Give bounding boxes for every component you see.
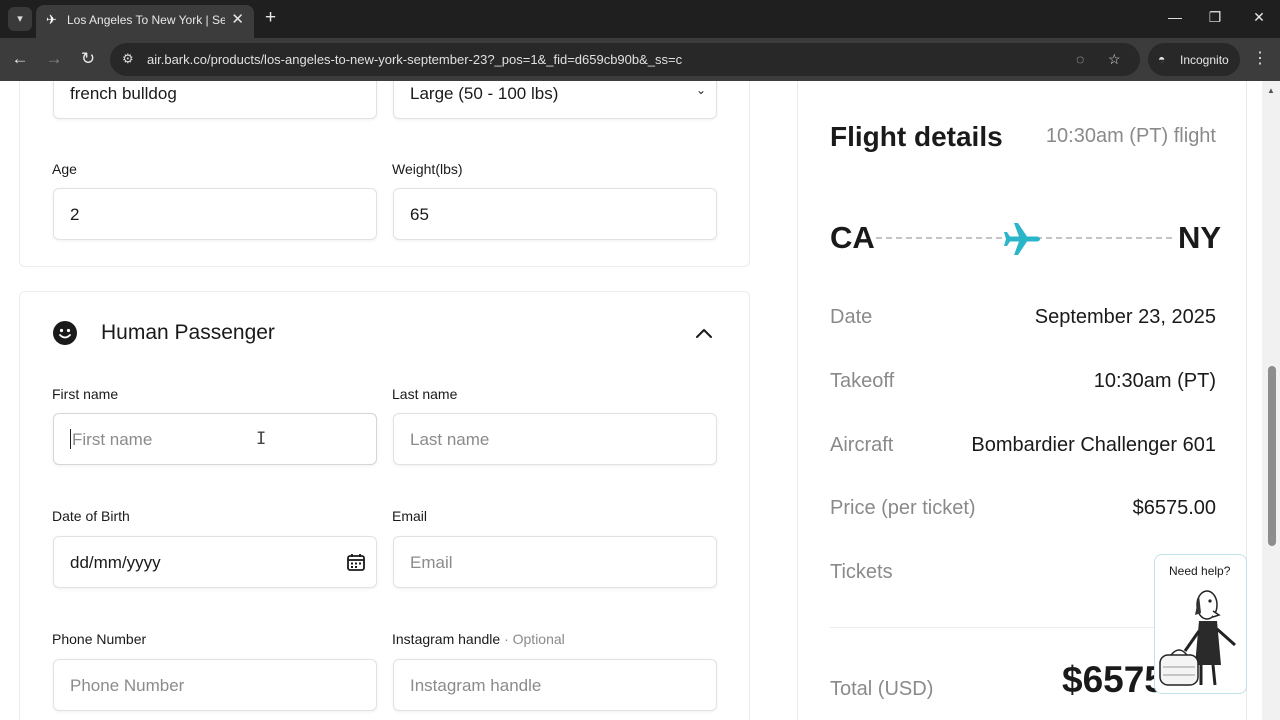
pet-size-value: Large (50 - 100 lbs) [410, 84, 559, 103]
restore-button[interactable]: ❐ [1205, 9, 1225, 26]
takeoff-label: Takeoff [830, 370, 895, 392]
instagram-placeholder: Instagram handle [410, 676, 542, 695]
scrollbar-thumb[interactable] [1268, 366, 1276, 546]
page-content: french bulldog Large (50 - 100 lbs) ⌄ Ag… [0, 81, 1280, 720]
dog-favicon-icon: ✈ [46, 12, 57, 27]
first-name-input[interactable]: First name [53, 413, 377, 465]
page-scrollbar[interactable]: ▲ [1262, 81, 1280, 720]
close-tab-icon[interactable]: ✕ [231, 11, 244, 29]
date-label: Date [830, 306, 873, 328]
last-name-input[interactable]: Last name [393, 413, 717, 465]
flight-time-subtitle: 10:30am (PT) flight [1045, 125, 1216, 147]
chevron-up-icon[interactable] [694, 324, 714, 344]
dob-placeholder: dd/mm/yyyy [70, 553, 161, 572]
weight-value: 65 [410, 205, 429, 224]
first-name-placeholder: First name [72, 430, 153, 449]
close-window-button[interactable]: ✕ [1249, 9, 1269, 26]
weight-input[interactable]: 65 [393, 188, 717, 240]
address-bar[interactable]: ⚙ air.bark.co/products/los-angeles-to-ne… [110, 43, 1140, 76]
new-tab-button[interactable]: + [265, 8, 276, 28]
total-value: $6575 [1062, 659, 1165, 700]
need-help-widget[interactable]: Need help? [1154, 554, 1247, 694]
calendar-icon[interactable] [346, 552, 366, 572]
dob-input[interactable]: dd/mm/yyyy [53, 536, 377, 588]
pet-breed-input[interactable]: french bulldog [53, 81, 377, 119]
phone-input[interactable]: Phone Number [53, 659, 377, 711]
price-label: Price (per ticket) [830, 497, 976, 519]
browser-tab-bar: ▾ ✈ Los Angeles To New York | September … [0, 0, 1280, 38]
pet-breed-value: french bulldog [70, 84, 177, 103]
email-placeholder: Email [410, 553, 453, 572]
first-name-label: First name [52, 386, 119, 402]
phone-label: Phone Number [52, 631, 147, 647]
human-passenger-card [19, 291, 750, 720]
dog-with-suitcase-icon [1159, 590, 1236, 686]
text-caret [70, 429, 71, 449]
scroll-up-arrow-icon[interactable]: ▲ [1267, 86, 1275, 95]
need-help-label: Need help? [1169, 564, 1231, 578]
incognito-indicator[interactable]: ◓ Incognito [1148, 43, 1240, 76]
phone-placeholder: Phone Number [70, 676, 185, 695]
instagram-label-text: Instagram handle [392, 631, 501, 647]
back-button[interactable]: ← [10, 49, 30, 69]
origin-code: CA [830, 220, 875, 255]
flight-details-title: Flight details [830, 121, 1003, 152]
airplane-icon [1000, 217, 1044, 261]
age-input[interactable]: 2 [53, 188, 377, 240]
minimize-button[interactable]: — [1165, 9, 1185, 25]
destination-code: NY [1178, 220, 1222, 255]
instagram-input[interactable]: Instagram handle [393, 659, 717, 711]
last-name-placeholder: Last name [410, 430, 490, 449]
bookmark-star-icon[interactable]: ☆ [1108, 51, 1121, 68]
pet-size-select[interactable]: Large (50 - 100 lbs) ⌄ [393, 81, 717, 119]
aircraft-value: Bombardier Challenger 601 [971, 434, 1216, 456]
dob-label: Date of Birth [52, 508, 130, 524]
optional-tag: · Optional [504, 631, 565, 647]
reload-button[interactable]: ↻ [78, 49, 98, 69]
incognito-icon: ◓ [1158, 52, 1166, 66]
date-value: September 23, 2025 [1034, 306, 1216, 328]
tab-title: Los Angeles To New York | September [67, 13, 225, 27]
more-menu-icon[interactable]: ⋮ [1250, 48, 1270, 68]
tab-search-button[interactable]: ▾ [8, 7, 32, 31]
takeoff-value: 10:30am (PT) [1093, 370, 1216, 392]
url-text[interactable]: air.bark.co/products/los-angeles-to-new-… [147, 52, 682, 67]
mouse-text-cursor-icon: I [256, 429, 267, 449]
site-info-icon[interactable]: ⚙ [122, 51, 134, 67]
human-passenger-title: Human Passenger [101, 321, 275, 344]
age-value: 2 [70, 205, 80, 224]
eye-off-icon[interactable]: ◌ [1076, 51, 1084, 67]
tickets-label: Tickets [830, 561, 893, 583]
weight-label: Weight(lbs) [392, 161, 463, 177]
last-name-label: Last name [392, 386, 458, 402]
email-label: Email [392, 508, 428, 524]
aircraft-label: Aircraft [830, 434, 894, 456]
browser-toolbar: ← → ↻ ⚙ air.bark.co/products/los-angeles… [0, 38, 1280, 81]
age-label: Age [52, 161, 77, 177]
total-label: Total (USD) [830, 678, 934, 700]
forward-button[interactable]: → [44, 49, 64, 69]
smiley-face-icon [53, 321, 77, 345]
incognito-label: Incognito [1180, 53, 1229, 67]
active-tab[interactable]: ✈ Los Angeles To New York | September ✕ [36, 5, 254, 38]
chevron-down-icon: ⌄ [695, 83, 706, 97]
price-value: $6575.00 [1132, 497, 1216, 519]
instagram-label: Instagram handle · Optional [392, 631, 565, 647]
email-input[interactable]: Email [393, 536, 717, 588]
